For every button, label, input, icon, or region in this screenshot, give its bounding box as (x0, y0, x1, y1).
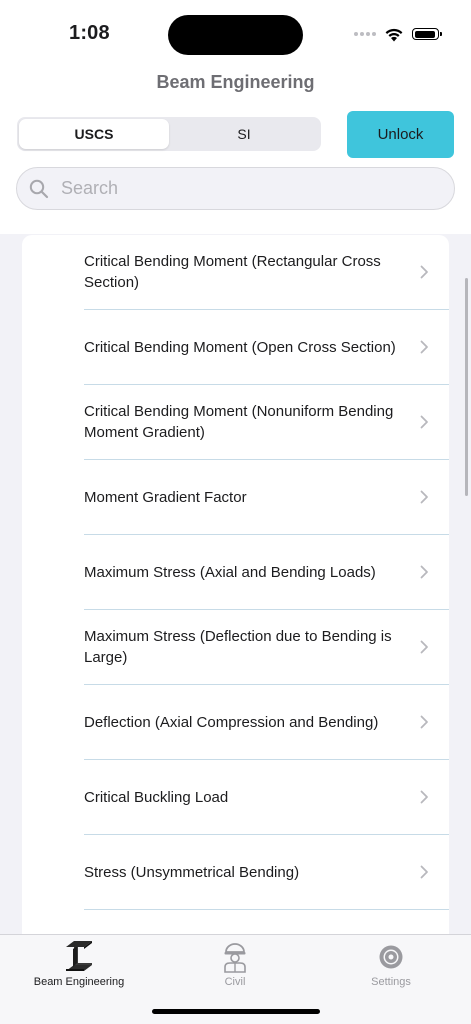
list-item[interactable]: Critical Buckling Load (84, 760, 449, 835)
tab-label: Beam Engineering (33, 976, 125, 988)
scroll-indicator[interactable] (465, 278, 468, 496)
tab-civil[interactable]: Civil (170, 941, 300, 988)
tab-label: Settings (371, 976, 411, 988)
list-item-label: Moment Gradient Factor (84, 488, 247, 506)
list-item-label: Critical Bending Moment (Rectangular Cro… (84, 253, 381, 291)
calculation-list: Critical Bending Moment (Rectangular Cro… (22, 235, 449, 935)
list-item-partial[interactable] (84, 910, 449, 935)
chevron-right-icon (420, 715, 428, 729)
list-item-label: Critical Bending Moment (Open Cross Sect… (84, 338, 396, 356)
status-time: 1:08 (69, 22, 110, 44)
chevron-right-icon (420, 415, 428, 429)
worker-helmet-icon (224, 943, 246, 973)
tab-beam-engineering[interactable]: Beam Engineering (14, 941, 144, 988)
segment-uscs[interactable]: USCS (19, 119, 169, 149)
list-item-label: Stress (Unsymmetrical Bending) (84, 863, 300, 881)
list-item-label: Critical Bending Moment (Nonuniform Bend… (84, 403, 394, 441)
list-item[interactable]: Maximum Stress (Axial and Bending Loads) (84, 535, 449, 610)
unlock-button[interactable]: Unlock (347, 111, 454, 158)
units-segmented-control[interactable]: USCS SI (17, 117, 321, 151)
chevron-right-icon (420, 565, 428, 579)
list-item[interactable]: Critical Bending Moment (Rectangular Cro… (84, 235, 449, 310)
list-item[interactable]: Critical Bending Moment (Nonuniform Bend… (84, 385, 449, 460)
segment-si[interactable]: SI (169, 119, 319, 149)
chevron-right-icon (420, 265, 428, 279)
list-item[interactable]: Deflection (Axial Compression and Bendin… (84, 685, 449, 760)
cellular-signal-icon (354, 32, 376, 36)
chevron-right-icon (420, 640, 428, 654)
dynamic-island (168, 15, 303, 55)
list-item[interactable]: Stress (Unsymmetrical Bending) (84, 835, 449, 910)
list-item[interactable]: Critical Bending Moment (Open Cross Sect… (84, 310, 449, 385)
wifi-icon (385, 28, 403, 41)
page-title: Beam Engineering (156, 72, 315, 92)
home-indicator (152, 1009, 320, 1014)
search-bar[interactable] (16, 167, 455, 210)
list-item-label: Critical Buckling Load (84, 788, 229, 806)
chevron-right-icon (420, 340, 428, 354)
chevron-right-icon (420, 790, 428, 804)
list-item-label: Maximum Stress (Axial and Bending Loads) (84, 563, 376, 581)
search-icon (29, 179, 49, 198)
chevron-right-icon (420, 490, 428, 504)
list-item[interactable]: Moment Gradient Factor (84, 460, 449, 535)
tab-settings[interactable]: Settings (326, 941, 456, 988)
header: 1:08 Beam Engineering USCS SI Unlock (0, 0, 471, 234)
list-item-label: Deflection (Axial Compression and Bendin… (84, 713, 379, 731)
search-input[interactable] (59, 177, 423, 200)
i-beam-icon (66, 941, 92, 971)
chevron-right-icon (420, 865, 428, 879)
list-item[interactable]: Maximum Stress (Deflection due to Bendin… (84, 610, 449, 685)
status-icons (354, 24, 442, 44)
tab-label: Civil (224, 976, 246, 988)
list-item-label: Maximum Stress (Deflection due to Bendin… (84, 628, 392, 666)
battery-icon (412, 28, 442, 40)
gear-icon (379, 945, 403, 969)
